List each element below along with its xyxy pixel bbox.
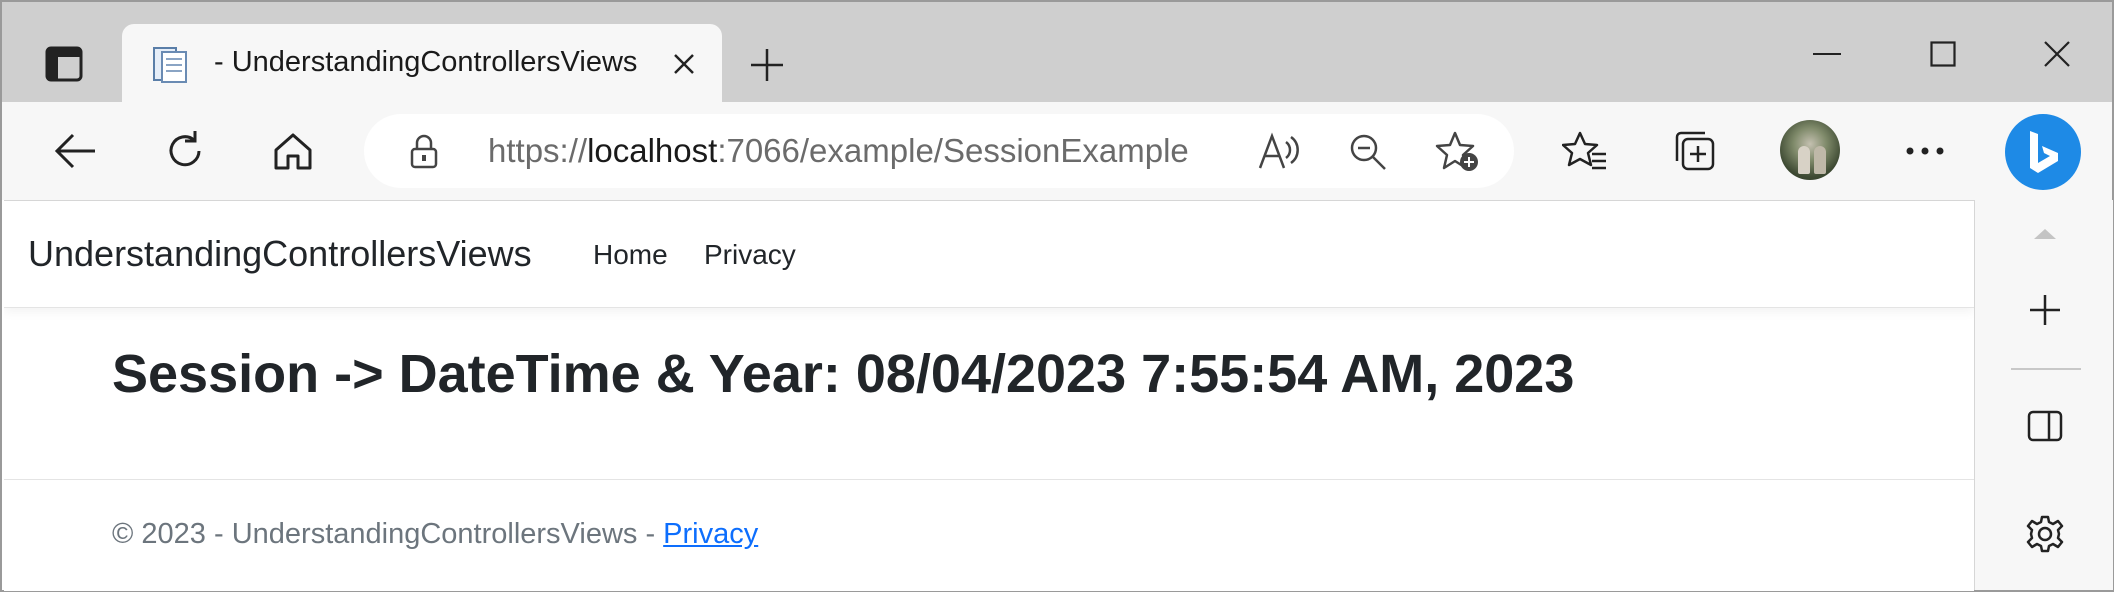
tab-actions-icon[interactable] <box>32 32 96 96</box>
avatar[interactable] <box>1780 120 1840 180</box>
lock-icon[interactable] <box>404 131 444 171</box>
maximize-icon[interactable] <box>1908 26 1978 82</box>
plus-icon[interactable] <box>742 40 792 90</box>
minimize-icon[interactable] <box>1792 26 1862 82</box>
browser-window: - UnderstandingControllersViews https://… <box>0 0 2114 592</box>
collections-icon[interactable] <box>1662 118 1728 184</box>
favorites-icon[interactable] <box>1552 118 1618 184</box>
plus-icon[interactable] <box>2017 282 2073 338</box>
url-scheme: https:// <box>488 132 588 169</box>
site-footer: © 2023 - UnderstandingControllersViews -… <box>4 479 1974 591</box>
tab-title: - UnderstandingControllersViews <box>214 46 638 78</box>
site-navbar: UnderstandingControllersViews Home Priva… <box>4 201 1974 308</box>
gear-icon[interactable] <box>2017 506 2073 562</box>
document-icon <box>152 44 190 84</box>
url-host: localhost <box>587 132 718 169</box>
browser-sidebar <box>1974 200 2113 590</box>
more-icon[interactable] <box>1892 118 1958 184</box>
footer-text: © 2023 - UnderstandingControllersViews -… <box>112 518 758 551</box>
sidebar-divider <box>2011 368 2081 370</box>
footer-copyright: © 2023 - UnderstandingControllersViews - <box>112 518 664 550</box>
nav-link-home[interactable]: Home <box>593 239 668 271</box>
back-arrow-icon[interactable] <box>42 118 108 184</box>
scroll-up-icon[interactable] <box>2017 206 2073 262</box>
site-brand[interactable]: UnderstandingControllersViews <box>28 233 532 275</box>
zoom-out-icon[interactable] <box>1342 126 1394 178</box>
page-heading: Session -> DateTime & Year: 08/04/2023 7… <box>112 344 1575 404</box>
url-path: :7066/example/SessionExample <box>717 132 1189 169</box>
home-icon[interactable] <box>260 118 326 184</box>
address-bar[interactable]: https://localhost:7066/example/SessionEx… <box>364 114 1514 188</box>
nav-link-privacy[interactable]: Privacy <box>704 239 796 271</box>
page-viewport: UnderstandingControllersViews Home Priva… <box>4 200 1974 591</box>
close-window-icon[interactable] <box>2022 26 2092 82</box>
url-text[interactable]: https://localhost:7066/example/SessionEx… <box>488 132 1189 170</box>
close-icon[interactable] <box>666 46 702 82</box>
refresh-icon[interactable] <box>152 118 218 184</box>
add-favorite-icon[interactable] <box>1432 126 1484 178</box>
active-tab[interactable]: - UnderstandingControllersViews <box>122 24 722 102</box>
bing-copilot-icon[interactable] <box>2005 114 2081 190</box>
footer-privacy-link[interactable]: Privacy <box>663 518 758 550</box>
tab-strip: - UnderstandingControllersViews <box>2 2 2112 102</box>
split-screen-icon[interactable] <box>2017 398 2073 454</box>
toolbar: https://localhost:7066/example/SessionEx… <box>2 102 2112 200</box>
read-aloud-icon[interactable] <box>1252 126 1304 178</box>
